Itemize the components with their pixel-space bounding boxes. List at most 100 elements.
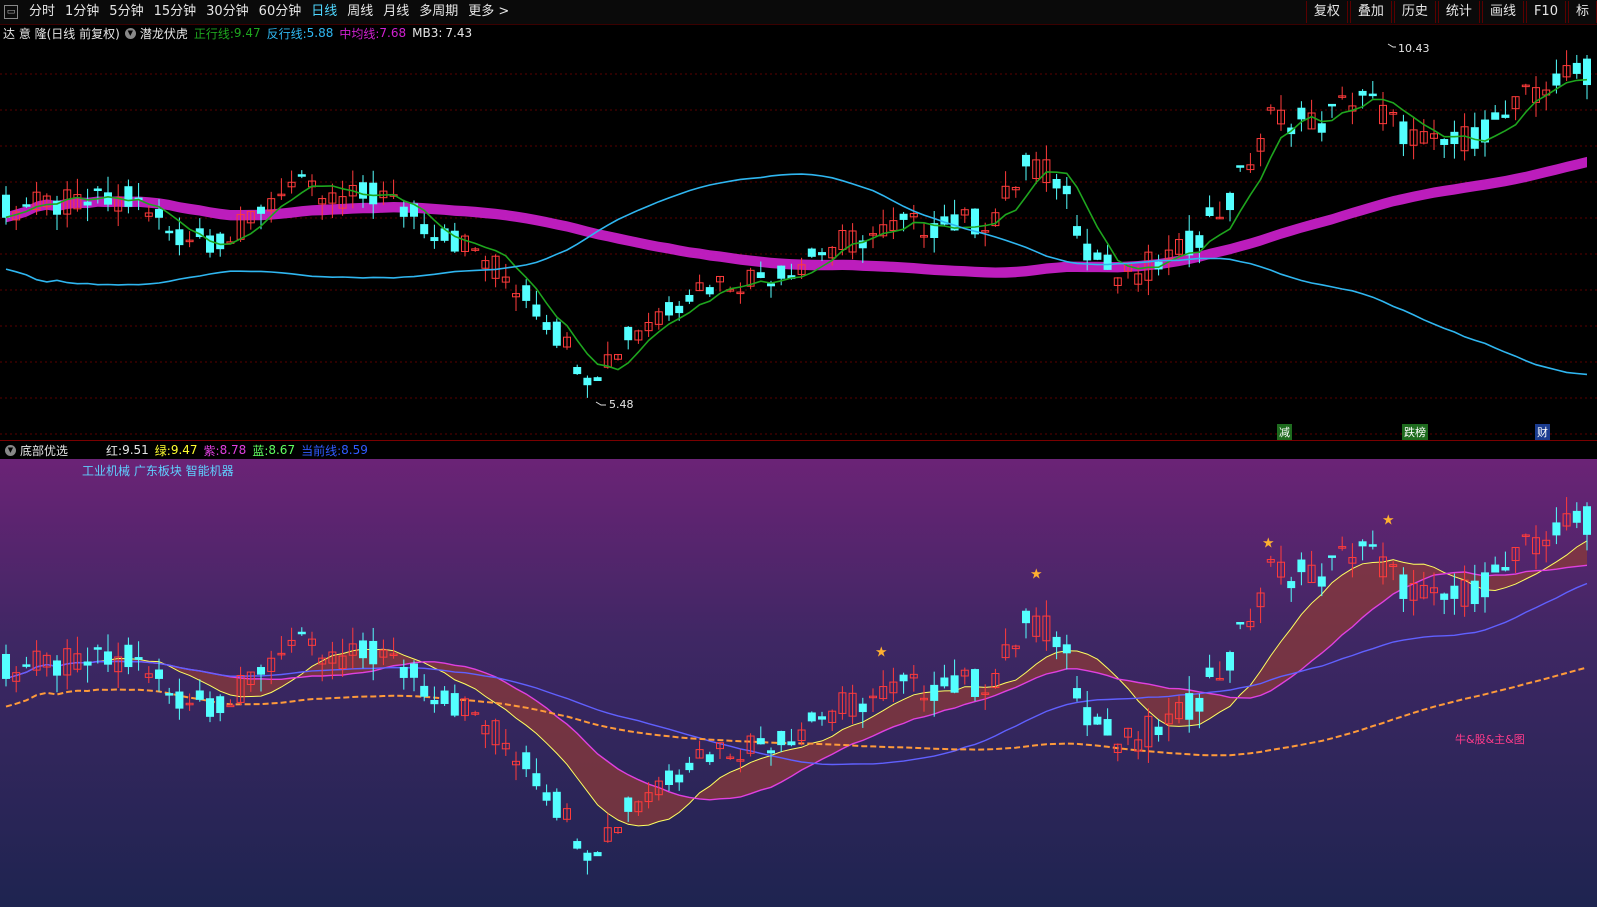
candle-body (1358, 90, 1367, 96)
candle-body (624, 326, 633, 341)
blue-value: 8.67 (268, 443, 296, 457)
sub-candle-body (971, 669, 979, 697)
badge-jian[interactable]: 减 (1277, 424, 1292, 440)
candle-body (1572, 62, 1581, 74)
candle-body (1440, 139, 1449, 145)
candle-body (1195, 235, 1204, 248)
sub-candle-body (1481, 572, 1489, 598)
sub-candle-body (705, 754, 714, 763)
trend-band (6, 540, 1587, 826)
toolbar-button-2[interactable]: 历史 (1393, 1, 1436, 23)
sub-candle-body (369, 640, 378, 665)
sub-candle-body (1552, 522, 1561, 536)
sub-candle-body (440, 690, 449, 704)
period-tab-6[interactable]: 日线 (306, 0, 342, 24)
toolbar-button-4[interactable]: 画线 (1481, 1, 1524, 23)
sub-indicator-chart[interactable]: ★ ★ ★ ★ (0, 459, 1597, 907)
period-tab-5[interactable]: 60分钟 (254, 0, 307, 24)
candle-body (430, 237, 439, 242)
candle-body (573, 367, 582, 375)
fan-value: 5.88 (306, 26, 334, 40)
candle-body (583, 377, 592, 386)
sub-candle-body (1470, 580, 1479, 605)
badge-diebang[interactable]: 跌榜 (1402, 424, 1428, 440)
candle-body (552, 321, 561, 346)
candle-body (369, 182, 378, 205)
period-tab-4[interactable]: 30分钟 (201, 0, 254, 24)
period-toolbar: ▭ 分时 1分钟 5分钟 15分钟 30分钟 60分钟 日线 周线 月线 多周期 更多 > 复权 叠加… (0, 0, 1597, 25)
candle-body (1399, 121, 1408, 145)
low-price-label: 5.48 (609, 398, 634, 411)
sub-indicator-dropdown-icon[interactable]: ▼ (5, 444, 16, 456)
toolbar-button-3[interactable]: 统计 (1437, 1, 1480, 23)
zhong-ribbon (6, 156, 1587, 278)
main-candlestick-chart[interactable]: 10.43 5.48 (0, 42, 1597, 440)
period-tab-3[interactable]: 15分钟 (149, 0, 202, 24)
candle-body (22, 204, 31, 207)
sub-candle-body (532, 773, 541, 787)
sub-candle-body (522, 752, 531, 770)
sub-candle-body (93, 647, 102, 650)
candle-body (1226, 192, 1234, 211)
candle-body (1062, 185, 1071, 195)
toolbar-button-5[interactable]: F10 (1525, 1, 1566, 23)
sub-candle-body (165, 693, 174, 696)
indicator-dropdown-icon[interactable]: ▼ (124, 27, 136, 39)
sub-candle-body (665, 770, 673, 785)
sub-candle-body (1399, 574, 1408, 599)
sub-candle-body (226, 704, 235, 708)
zheng-value: 9.47 (233, 26, 261, 40)
period-tab-10[interactable]: 更多 > (463, 0, 514, 24)
signal-star-icon: ★ (1030, 567, 1043, 583)
sub-candle-body (1205, 667, 1214, 677)
sub-candle-body (257, 667, 265, 675)
fan-line (5, 173, 1588, 376)
period-tab-2[interactable]: 5分钟 (104, 0, 148, 24)
sub-candle-body (155, 669, 163, 679)
green-value: 9.47 (170, 443, 198, 457)
sub-candle-body (430, 699, 439, 705)
candle-body (124, 186, 133, 207)
toolbar-button-6[interactable]: 标 (1567, 1, 1597, 23)
period-tab-0[interactable]: 分时 (24, 0, 60, 24)
sub-candle-body (858, 703, 867, 713)
sub-candle-body (1583, 506, 1591, 535)
period-tab-1[interactable]: 1分钟 (60, 0, 104, 24)
toolbar-button-1[interactable]: 叠加 (1349, 1, 1392, 23)
indicator-name[interactable]: 潜龙伏虎 (140, 25, 188, 42)
candle-body (93, 188, 102, 191)
high-price-label: 10.43 (1398, 42, 1430, 55)
sub-candle-body (675, 774, 684, 783)
sub-indicator-name[interactable]: 底部优选 (20, 442, 68, 459)
sub-candle-body (1501, 567, 1510, 571)
candle-body (1317, 123, 1326, 133)
mb3-value: 7.43 (445, 26, 473, 40)
sub-candle-body (216, 696, 225, 714)
candle-body (1185, 230, 1194, 256)
period-tab-8[interactable]: 月线 (378, 0, 414, 24)
sub-candle-body (624, 797, 633, 812)
sub-candle-body (410, 663, 418, 678)
mb3-label: MB3: (412, 26, 443, 40)
window-restore-icon[interactable]: ▭ (4, 5, 18, 19)
candle-body (83, 201, 92, 206)
period-tab-9[interactable]: 多周期 (414, 0, 463, 24)
sub-candle-body (83, 661, 92, 666)
badge-cai[interactable]: 财 (1535, 424, 1550, 440)
signal-star-icon: ★ (1382, 512, 1395, 528)
cost-label: 当前线: (301, 443, 342, 458)
candle-body (155, 209, 163, 218)
sub-candle-body (53, 660, 61, 676)
sub-candle-body (807, 712, 816, 722)
candle-body (175, 229, 184, 246)
sub-candle-body (206, 698, 214, 717)
candle-body (1083, 243, 1092, 261)
period-tab-7[interactable]: 周线 (342, 0, 378, 24)
toolbar-button-0[interactable]: 复权 (1305, 1, 1348, 23)
sub-candle-body (420, 685, 429, 697)
candle-body (1328, 103, 1336, 107)
sub-candle-body (1022, 610, 1030, 624)
sub-candle-body (1083, 707, 1092, 726)
sub-candle-body (1185, 693, 1194, 720)
candle-body (104, 192, 112, 205)
